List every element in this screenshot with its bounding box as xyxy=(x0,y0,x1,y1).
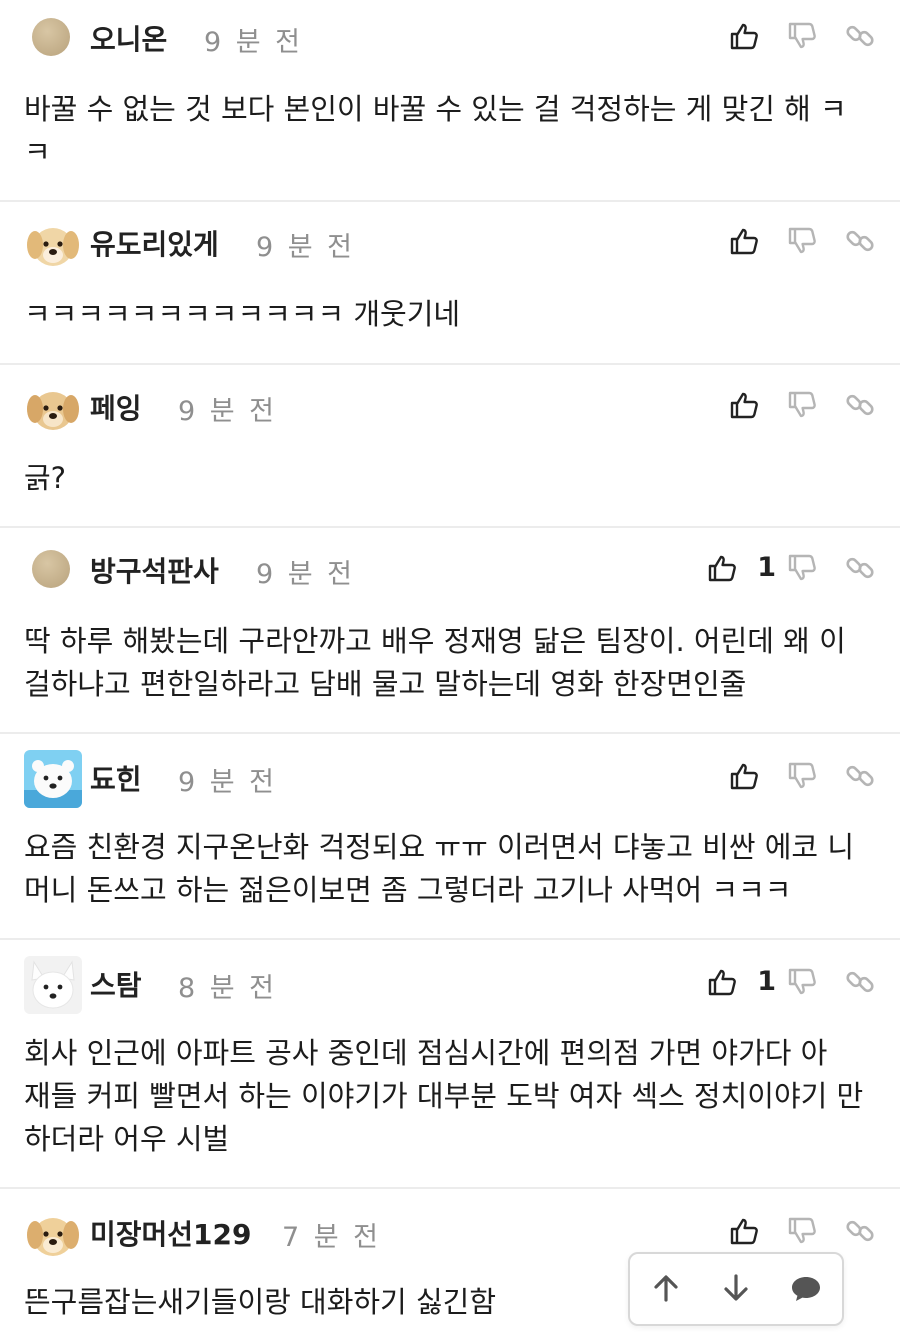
link-icon[interactable] xyxy=(844,20,876,52)
white-dog-avatar[interactable] xyxy=(24,956,82,1014)
comment-item: 스탐 8 분 전 1 회사 인근에 아파트 공사 중인데 점심시간에 편의점 가… xyxy=(0,940,900,1189)
link-icon[interactable] xyxy=(844,552,876,584)
thumbs-down-icon[interactable] xyxy=(786,225,818,257)
thumbs-down-icon[interactable] xyxy=(786,552,818,584)
thumbs-down-icon[interactable] xyxy=(786,1215,818,1247)
like-count: 1 xyxy=(757,966,776,997)
comment-author[interactable]: 유도리있게 xyxy=(90,223,219,263)
avatar[interactable] xyxy=(32,18,70,56)
comment-author[interactable]: 페잉 xyxy=(90,387,142,427)
comment-text: 긁? xyxy=(24,461,67,495)
link-icon[interactable] xyxy=(844,966,876,998)
polar-bear-avatar[interactable] xyxy=(24,750,82,808)
puppy-avatar[interactable] xyxy=(24,1205,82,1263)
comment-time: 7 분 전 xyxy=(282,1222,382,1253)
thumbs-down-icon[interactable] xyxy=(786,760,818,792)
comment-time: 8 분 전 xyxy=(178,973,278,1004)
thumbs-down-icon[interactable] xyxy=(786,966,818,998)
comment-author[interactable]: 됴힌 xyxy=(90,758,142,798)
comment-item: 됴힌 9 분 전 요즘 친환경 지구온난화 걱정되요 ㅠㅠ 이러면서 댜놓고 비… xyxy=(0,734,900,940)
floating-nav-bar xyxy=(628,1252,844,1326)
puppy-avatar[interactable] xyxy=(24,379,82,437)
thumbs-up-icon[interactable] xyxy=(706,552,738,584)
comment-time: 9 분 전 xyxy=(178,396,278,427)
comment-item: 오니온 9 분 전 바꿀 수 없는 것 보다 본인이 바꿀 수 있는 걸 걱정하… xyxy=(0,0,900,202)
comment-text: 회사 인근에 아파트 공사 중인데 점심시간에 편의점 가면 야가다 아 재들 … xyxy=(24,1036,864,1156)
comment-item: 방구석판사 9 분 전 1 딱 하루 해봤는데 구라안까고 배우 정재영 닮은 … xyxy=(0,528,900,734)
comment-text: ㅋㅋㅋㅋㅋㅋㅋㅋㅋㅋㅋㅋ 개웃기네 xyxy=(24,297,461,331)
comment-time: 9 분 전 xyxy=(256,232,356,263)
comment-author[interactable]: 방구석판사 xyxy=(90,550,219,590)
comment-item: 유도리있게 9 분 전 ㅋㅋㅋㅋㅋㅋㅋㅋㅋㅋㅋㅋ 개웃기네 xyxy=(0,201,900,365)
comment-time: 9 분 전 xyxy=(204,27,304,58)
link-icon[interactable] xyxy=(844,760,876,792)
comment-text: 요즘 친환경 지구온난화 걱정되요 ㅠㅠ 이러면서 댜놓고 비싼 에코 니 머니… xyxy=(24,830,855,907)
comment-text: 딱 하루 해봤는데 구라안까고 배우 정재영 닮은 팀장이. 어린데 왜 이 걸… xyxy=(24,624,846,701)
arrow-up-icon[interactable] xyxy=(648,1270,684,1306)
avatar[interactable] xyxy=(32,550,70,588)
link-icon[interactable] xyxy=(844,389,876,421)
thumbs-up-icon[interactable] xyxy=(706,966,738,998)
thumbs-up-icon[interactable] xyxy=(728,760,760,792)
comment-author[interactable]: 오니온 xyxy=(90,18,167,58)
arrow-down-icon[interactable] xyxy=(718,1270,754,1306)
thumbs-down-icon[interactable] xyxy=(786,389,818,421)
comment-author[interactable]: 스탐 xyxy=(90,964,142,1004)
link-icon[interactable] xyxy=(844,225,876,257)
comment-text: 바꿀 수 없는 것 보다 본인이 바꿀 수 있는 걸 걱정하는 게 맞긴 해 ㅋ… xyxy=(24,92,847,169)
comment-time: 9 분 전 xyxy=(178,767,278,798)
chat-bubble-icon[interactable] xyxy=(788,1270,824,1306)
like-count: 1 xyxy=(757,552,776,583)
puppy-avatar[interactable] xyxy=(24,215,82,273)
thumbs-up-icon[interactable] xyxy=(728,225,760,257)
thumbs-down-icon[interactable] xyxy=(786,20,818,52)
comment-item: 페잉 9 분 전 긁? xyxy=(0,365,900,528)
thumbs-up-icon[interactable] xyxy=(728,389,760,421)
link-icon[interactable] xyxy=(844,1215,876,1247)
thumbs-up-icon[interactable] xyxy=(728,1215,760,1247)
comment-author[interactable]: 미장머선129 xyxy=(90,1213,252,1253)
thumbs-up-icon[interactable] xyxy=(728,20,760,52)
comment-time: 9 분 전 xyxy=(256,559,356,590)
